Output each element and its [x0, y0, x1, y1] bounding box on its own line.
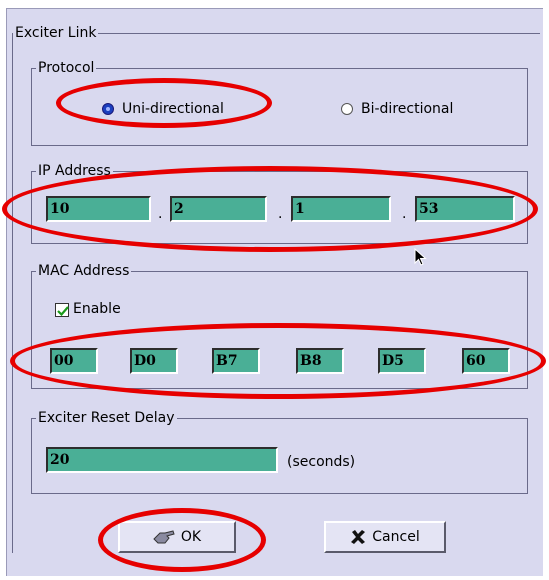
- mac-byte-4-input[interactable]: B8: [296, 348, 344, 374]
- radio-unselected-icon: [341, 103, 353, 115]
- reset-delay-title: Exciter Reset Delay: [36, 410, 177, 426]
- ip-separator: .: [278, 206, 283, 222]
- mac-address-group: MAC Address: [31, 263, 528, 389]
- protocol-group: Protocol Uni-directional Bi-directional: [31, 60, 528, 146]
- mac-byte-6-input[interactable]: 60: [462, 348, 510, 374]
- mac-address-title: MAC Address: [36, 263, 132, 279]
- ok-button-label: OK: [180, 529, 202, 545]
- cancel-button[interactable]: Cancel: [324, 521, 446, 553]
- reset-delay-unit: (seconds): [287, 454, 356, 470]
- ip-separator: .: [158, 206, 163, 222]
- cancel-button-label: Cancel: [372, 529, 420, 545]
- reset-delay-input[interactable]: 20: [46, 447, 278, 473]
- mac-byte-1-input[interactable]: 00: [50, 348, 98, 374]
- ok-hand-icon: [153, 530, 175, 544]
- exciter-link-title: Exciter Link: [13, 25, 99, 41]
- checkmark-icon: [57, 306, 69, 317]
- radio-uni-directional[interactable]: Uni-directional: [102, 101, 224, 117]
- radio-bi-directional[interactable]: Bi-directional: [341, 101, 453, 117]
- ok-button[interactable]: OK: [118, 521, 236, 553]
- mac-byte-5-input[interactable]: D5: [378, 348, 426, 374]
- exciter-link-dialog: Exciter Link Protocol Uni-directional Bi…: [6, 8, 543, 576]
- radio-uni-directional-label: Uni-directional: [122, 101, 224, 117]
- cancel-x-icon: [351, 530, 366, 544]
- ip-octet-2-input[interactable]: 2: [170, 196, 267, 222]
- mac-byte-3-input[interactable]: B7: [212, 348, 260, 374]
- ip-address-title: IP Address: [36, 163, 113, 179]
- enable-checkbox[interactable]: [55, 303, 69, 317]
- enable-label: Enable: [73, 301, 121, 317]
- protocol-title: Protocol: [36, 60, 97, 76]
- ip-octet-1-input[interactable]: 10: [46, 196, 151, 222]
- ip-separator: .: [402, 206, 407, 222]
- ip-octet-4-input[interactable]: 53: [415, 196, 515, 222]
- ip-octet-3-input[interactable]: 1: [291, 196, 391, 222]
- radio-bi-directional-label: Bi-directional: [361, 101, 454, 117]
- radio-selected-icon: [102, 103, 114, 115]
- mac-byte-2-input[interactable]: D0: [130, 348, 178, 374]
